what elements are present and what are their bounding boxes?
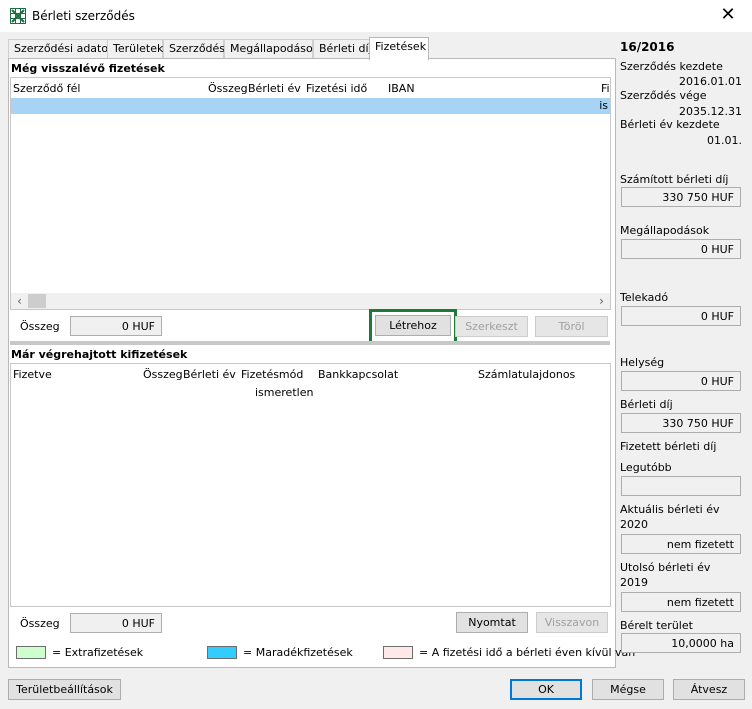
contract-end-label: Szerződés vége xyxy=(620,89,707,102)
window-title: Bérleti szerződés xyxy=(32,9,135,23)
print-button[interactable]: Nyomtat xyxy=(456,612,528,633)
rent-year-start-label: Bérleti év kezdete xyxy=(620,118,720,131)
completed-payments-grid[interactable]: Fizetve Összeg Bérleti év Fizetésmód Ban… xyxy=(10,363,611,607)
tab-megallapodasok[interactable]: Megállapodások xyxy=(224,39,319,59)
col-header-account-holder[interactable]: Számlatulajdonos xyxy=(478,368,575,381)
last-rent-year-status: nem fizetett xyxy=(621,592,741,612)
last-rent-year: 2019 xyxy=(620,576,648,589)
col-header-bank[interactable]: Bankkapcsolat xyxy=(318,368,398,381)
current-rent-year-status: nem fizetett xyxy=(621,534,741,554)
locality-value: 0 HUF xyxy=(621,371,741,391)
tab-berleti-dij[interactable]: Bérleti díj xyxy=(313,39,372,59)
tab-teruletek[interactable]: Területek xyxy=(107,39,163,59)
land-tax-value: 0 HUF xyxy=(621,306,741,326)
legend-label-remaining: = Maradékfizetések xyxy=(243,646,353,659)
legend-label-out-of-year: = A fizetési idő a bérleti éven kívül va… xyxy=(419,646,636,659)
apply-button[interactable]: Átvesz xyxy=(673,679,745,700)
cancel-button[interactable]: Mégse xyxy=(592,679,664,700)
create-button[interactable]: Létrehoz xyxy=(375,315,451,336)
rent-value: 330 750 HUF xyxy=(621,413,741,433)
agreements-label: Megállapodások xyxy=(620,224,710,237)
title-bar: Bérleti szerződés ✕ xyxy=(0,0,752,32)
section-divider xyxy=(10,341,610,345)
col-header-payment-time[interactable]: Fizetési idő xyxy=(306,82,367,95)
pending-sum-value: 0 HUF xyxy=(70,316,162,336)
delete-button[interactable]: Töröl xyxy=(535,316,608,337)
latest-value xyxy=(621,476,741,496)
row-cell-truncated: is xyxy=(599,99,608,112)
completed-sum-value: 0 HUF xyxy=(70,613,162,633)
pending-payments-grid[interactable]: Szerződő fél Összeg Bérleti év Fizetési … xyxy=(10,77,611,310)
col-header-truncated[interactable]: Fi xyxy=(601,82,610,95)
completed-sum-label: Összeg xyxy=(20,617,60,630)
col-header-amount[interactable]: Összeg xyxy=(143,368,183,381)
row-cell-method: ismeretlen xyxy=(255,386,314,399)
ok-button[interactable]: OK xyxy=(510,679,582,700)
calculated-fee-value: 330 750 HUF xyxy=(621,187,741,207)
col-header-paid[interactable]: Fizetve xyxy=(13,368,52,381)
legend-swatch-out-of-year xyxy=(383,646,413,659)
current-rent-year: 2020 xyxy=(620,518,648,531)
contract-start-value: 2016.01.01 xyxy=(679,75,742,88)
contract-end-value: 2035.12.31 xyxy=(679,105,742,118)
col-header-party[interactable]: Szerződő fél xyxy=(13,82,80,95)
last-rent-year-label: Utolsó bérleti év xyxy=(620,561,711,574)
col-header-amount[interactable]: Összeg xyxy=(208,82,248,95)
col-header-rent-year[interactable]: Bérleti év xyxy=(183,368,236,381)
col-header-iban[interactable]: IBAN xyxy=(388,82,415,95)
completed-payments-title: Már végrehajtott kifizetések xyxy=(11,348,188,361)
legend-label-extra: = Extrafizetések xyxy=(52,646,144,659)
legend-swatch-extra xyxy=(16,646,46,659)
scroll-left-icon[interactable]: ‹ xyxy=(11,293,28,309)
current-rent-year-label: Aktuális bérleti év xyxy=(620,503,720,516)
col-header-rent-year[interactable]: Bérleti év xyxy=(248,82,301,95)
tab-fizetesek[interactable]: Fizetések xyxy=(369,37,429,60)
horizontal-scrollbar[interactable]: ‹ › xyxy=(11,293,610,309)
tab-szerzodesi-adatok[interactable]: Szerződési adatok xyxy=(8,39,114,59)
rented-area-label: Bérelt terület xyxy=(620,619,693,632)
scroll-thumb[interactable] xyxy=(28,294,46,308)
revoke-button[interactable]: Visszavon xyxy=(536,612,608,633)
scroll-right-icon[interactable]: › xyxy=(593,293,610,309)
close-icon[interactable]: ✕ xyxy=(718,4,738,26)
pending-sum-label: Összeg xyxy=(20,320,60,333)
locality-label: Helység xyxy=(620,356,665,369)
latest-label: Legutóbb xyxy=(620,461,672,474)
rent-year-start-value: 01.01. xyxy=(707,134,742,147)
agreements-value: 0 HUF xyxy=(621,239,741,259)
tab-szerzodes[interactable]: Szerződés xyxy=(163,39,225,59)
calculated-fee-label: Számított bérleti díj xyxy=(620,173,729,186)
contract-number: 16/2016 xyxy=(620,40,675,54)
app-grid-icon xyxy=(10,8,26,24)
table-row-selected[interactable]: is xyxy=(11,98,610,114)
paid-rent-label: Fizetett bérleti díj xyxy=(620,440,717,453)
rent-label: Bérleti díj xyxy=(620,398,673,411)
pending-payments-title: Még visszalévő fizetések xyxy=(11,62,165,75)
land-tax-label: Telekadó xyxy=(620,291,669,304)
edit-button[interactable]: Szerkeszt xyxy=(455,316,528,337)
contract-start-label: Szerződés kezdete xyxy=(620,60,723,73)
col-header-payment-method[interactable]: Fizetésmód xyxy=(241,368,303,381)
area-settings-button[interactable]: Területbeállítások xyxy=(8,679,121,700)
legend-swatch-remaining xyxy=(207,646,237,659)
rented-area-value: 10,0000 ha xyxy=(621,633,741,653)
